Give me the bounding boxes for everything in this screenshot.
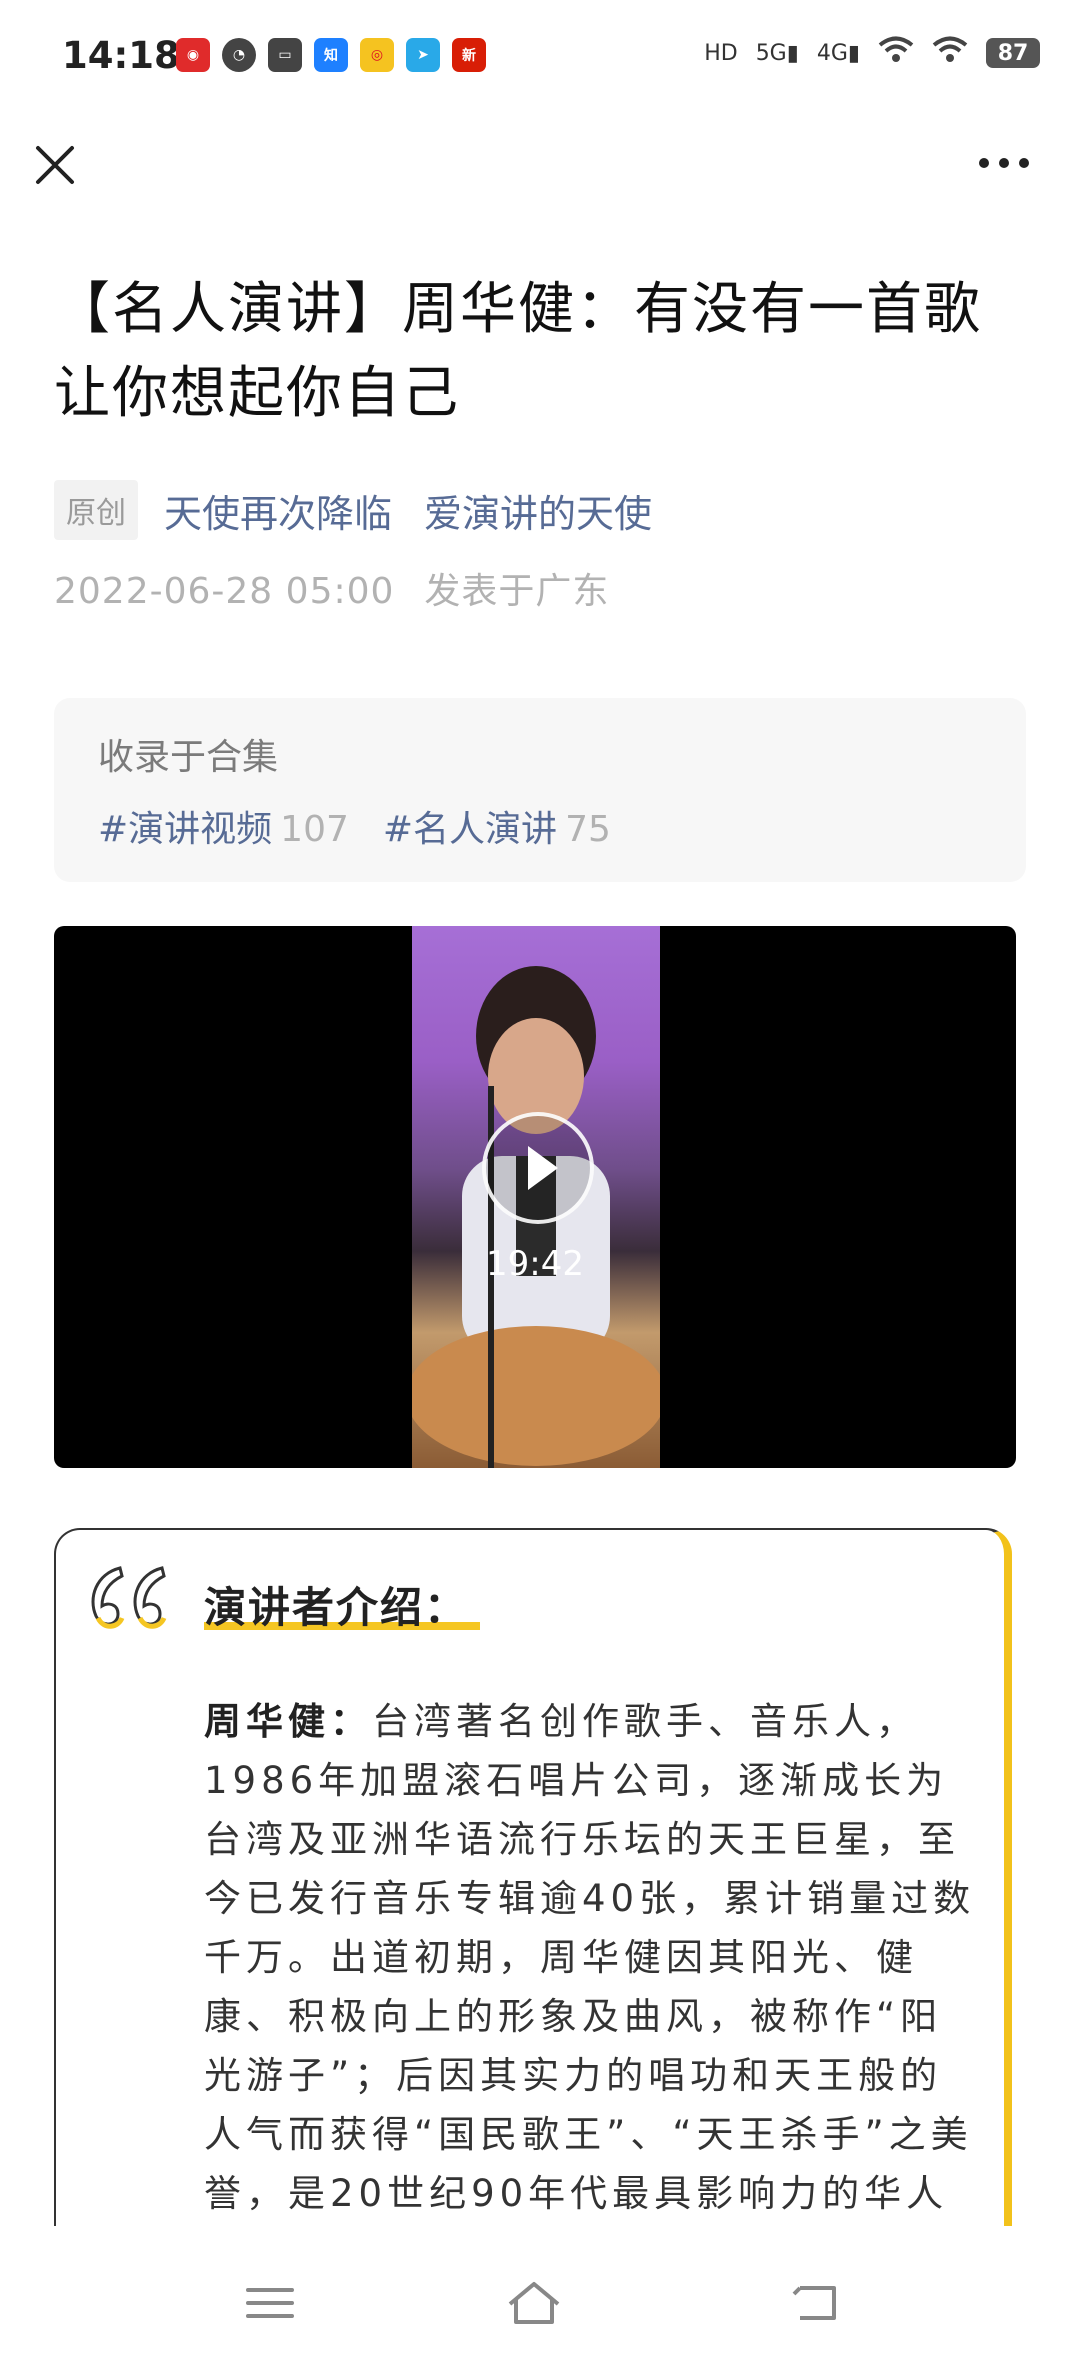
- close-button[interactable]: [30, 140, 80, 190]
- publish-location: 发表于广东: [424, 571, 610, 612]
- 4g-signal-icon: 4G▮: [816, 40, 860, 66]
- intro-paragraph: 周华健：台湾著名创作歌手、音乐人，1986年加盟滚石唱片公司，逐渐成长为台湾及亚…: [204, 1692, 984, 2282]
- collection-tag-speech-video[interactable]: #演讲视频 107: [98, 800, 349, 852]
- speaker-intro-card: 演讲者介绍： 周华健：台湾著名创作歌手、音乐人，1986年加盟滚石唱片公司，逐渐…: [54, 1528, 1012, 2290]
- speaker-bio: 台湾著名创作歌手、音乐人，1986年加盟滚石唱片公司，逐渐成长为台湾及亚洲华语流…: [204, 1700, 976, 2274]
- video-duration: 19:42: [486, 1244, 584, 1284]
- status-bar: 14:18 ◉ ◔ ▭ 知 ◎ ➤ 新 HD 5G▮ 4G▮ 87: [0, 0, 1080, 120]
- quote-icon: [91, 1566, 167, 1629]
- close-icon: [36, 146, 74, 184]
- battery-icon: 87: [986, 38, 1040, 68]
- cat-app-icon: ◉: [176, 38, 210, 72]
- author-link-primary[interactable]: 天使再次降临: [164, 483, 392, 538]
- news-icon: 新: [452, 38, 486, 72]
- system-nav-bar: [0, 2226, 1080, 2376]
- article-title: 【名人演讲】周华健：有没有一首歌让你想起你自己: [54, 277, 982, 426]
- back-button[interactable]: [786, 2278, 846, 2328]
- zhihu-icon: 知: [314, 38, 348, 72]
- back-icon: [792, 2286, 836, 2320]
- original-badge: 原创: [54, 480, 138, 540]
- home-button[interactable]: [504, 2278, 564, 2328]
- wifi-icon-2: [932, 36, 968, 70]
- hd-label: HD: [704, 40, 738, 66]
- menu-button[interactable]: [240, 2278, 300, 2328]
- author-row: 原创 天使再次降临 爱演讲的天使: [54, 480, 684, 540]
- more-button[interactable]: [974, 148, 1034, 178]
- intro-heading: 演讲者介绍：: [204, 1583, 469, 1632]
- collection-tag-celebrity-speech[interactable]: #名人演讲 75: [383, 800, 611, 852]
- more-icon: [979, 158, 1029, 168]
- home-icon: [508, 2282, 560, 2324]
- message-icon: ▭: [268, 38, 302, 72]
- collection-title: 收录于合集: [98, 737, 279, 778]
- speaker-name: 周华健：: [204, 1700, 372, 1743]
- play-button[interactable]: [482, 1112, 594, 1224]
- tag-count: 75: [565, 809, 611, 850]
- notification-icons: ◉ ◔ ▭ 知 ◎ ➤ 新: [176, 38, 486, 72]
- video-player[interactable]: 19:42: [54, 926, 1016, 1468]
- speed-icon: ◔: [222, 38, 256, 72]
- author-link-secondary[interactable]: 爱演讲的天使: [424, 483, 652, 538]
- telegram-icon: ➤: [406, 38, 440, 72]
- 5g-signal-icon: 5G▮: [755, 40, 799, 66]
- weibo-icon: ◎: [360, 38, 394, 72]
- collection-tags: #演讲视频 107 #名人演讲 75: [98, 800, 645, 852]
- status-time: 14:18: [62, 34, 180, 77]
- menu-icon: [246, 2288, 294, 2318]
- system-indicators: HD 5G▮ 4G▮ 87: [704, 36, 1040, 70]
- collection-box: 收录于合集 #演讲视频 107 #名人演讲 75: [54, 698, 1026, 882]
- tag-count: 107: [280, 809, 349, 850]
- publish-info: 2022-06-28 05:00 发表于广东: [54, 562, 609, 614]
- wifi-icon: [878, 36, 914, 70]
- publish-date: 2022-06-28 05:00: [54, 571, 395, 612]
